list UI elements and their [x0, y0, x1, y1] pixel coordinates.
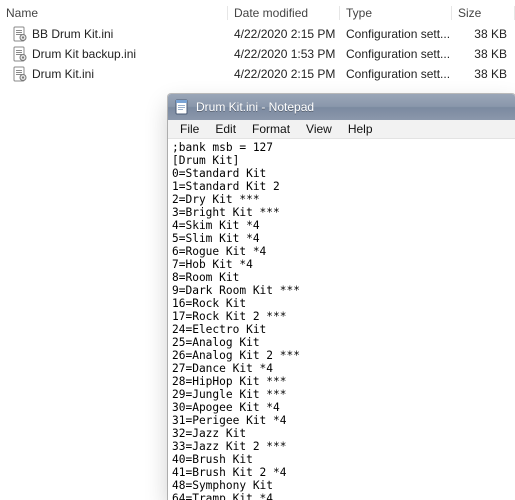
file-size: 38 KB [452, 67, 515, 81]
ini-file-icon [12, 26, 28, 42]
file-modified: 4/22/2020 1:53 PM [228, 47, 340, 61]
file-explorer: Name Date modified Type Size BB Drum Kit… [0, 0, 515, 98]
file-name: Drum Kit backup.ini [32, 47, 136, 61]
file-size: 38 KB [452, 47, 515, 61]
titlebar[interactable]: Drum Kit.ini - Notepad [168, 94, 515, 120]
col-header-type[interactable]: Type [340, 6, 452, 20]
file-size: 38 KB [452, 27, 515, 41]
file-type: Configuration sett... [340, 27, 452, 41]
file-name: BB Drum Kit.ini [32, 27, 113, 41]
menu-help[interactable]: Help [340, 121, 381, 137]
column-headers-row: Name Date modified Type Size [0, 2, 515, 24]
file-type: Configuration sett... [340, 47, 452, 61]
col-header-modified[interactable]: Date modified [228, 6, 340, 20]
file-modified: 4/22/2020 2:15 PM [228, 67, 340, 81]
ini-file-icon [12, 46, 28, 62]
menu-edit[interactable]: Edit [207, 121, 244, 137]
menu-view[interactable]: View [298, 121, 340, 137]
notepad-window[interactable]: Drum Kit.ini - Notepad File Edit Format … [168, 94, 515, 500]
menu-file[interactable]: File [172, 121, 207, 137]
ini-file-icon [12, 66, 28, 82]
file-name: Drum Kit.ini [32, 67, 94, 81]
window-title: Drum Kit.ini - Notepad [196, 100, 314, 114]
notepad-icon [174, 99, 190, 115]
col-header-size[interactable]: Size [452, 6, 515, 20]
col-header-name[interactable]: Name [0, 6, 228, 20]
file-modified: 4/22/2020 2:15 PM [228, 27, 340, 41]
menu-format[interactable]: Format [244, 121, 298, 137]
file-row[interactable]: BB Drum Kit.ini 4/22/2020 2:15 PM Config… [0, 24, 515, 44]
menubar: File Edit Format View Help [168, 120, 515, 139]
file-row[interactable]: Drum Kit backup.ini 4/22/2020 1:53 PM Co… [0, 44, 515, 64]
file-row[interactable]: Drum Kit.ini 4/22/2020 2:15 PM Configura… [0, 64, 515, 84]
file-type: Configuration sett... [340, 67, 452, 81]
text-editor[interactable]: ;bank msb = 127 [Drum Kit] 0=Standard Ki… [168, 139, 515, 500]
